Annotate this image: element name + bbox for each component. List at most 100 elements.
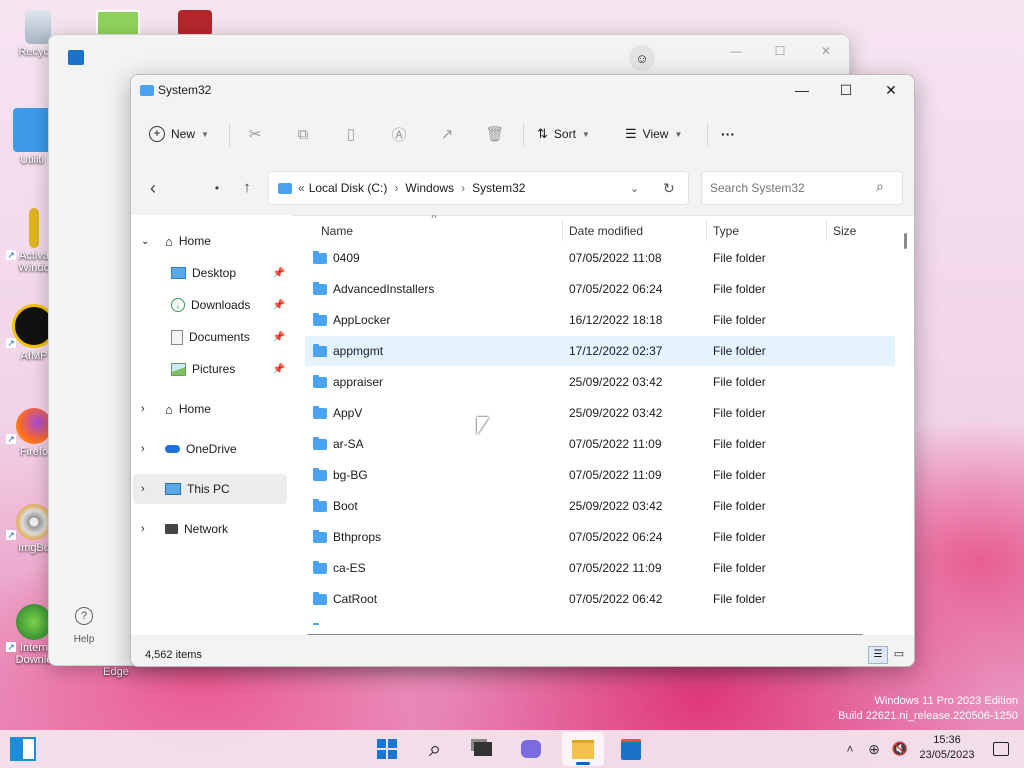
table-row[interactable]: ar-SA 07/05/2022 11:09 File folder [305,429,895,459]
account-icon[interactable]: ☺ [629,45,655,71]
nav-pictures[interactable]: Pictures 📌 [171,355,285,383]
task-view-button[interactable] [468,735,498,763]
breadcrumb-local-disk[interactable]: Local Disk (C:) [309,181,388,195]
title-bar[interactable]: System32 — ☐ ✕ [131,75,914,107]
column-header-name[interactable]: Name [321,219,561,243]
new-button[interactable]: + New ▼ [149,119,209,149]
clock[interactable]: 15:36 23/05/2023 [912,733,982,763]
view-button[interactable]: ☰ View ▼ [625,119,682,149]
search-box[interactable]: ⌕ [701,171,903,205]
widgets-icon[interactable] [8,735,38,763]
column-header-size[interactable]: Size [833,219,893,243]
close-button[interactable]: ✕ [868,75,914,105]
store-icon [621,738,641,760]
column-divider[interactable] [562,219,563,241]
breadcrumb-windows[interactable]: Windows [405,181,454,195]
back-close-button[interactable]: ✕ [811,39,841,63]
pin-icon[interactable]: 📌 [273,364,285,375]
table-row-hovered[interactable]: appmgmt 17/12/2022 02:37 File folder [305,336,895,366]
column-name-label: Name [321,224,354,238]
start-button[interactable] [372,735,402,763]
home-icon: ⌂ [165,401,173,417]
thumbnail-view-button[interactable]: ▭ [892,647,906,661]
back-minimize-button[interactable]: — [721,39,751,63]
table-row[interactable]: AppV 25/09/2022 03:42 File folder [305,398,895,428]
paste-button[interactable]: ▯ [341,119,361,149]
column-divider[interactable] [706,219,707,241]
help-button[interactable]: ? Help [69,607,99,645]
row-date: 07/05/2022 11:09 [569,437,662,451]
row-type: File folder [713,313,766,327]
row-type: File folder [713,561,766,575]
address-dropdown-icon[interactable]: ⌄ [630,182,639,195]
network-tray-button[interactable]: ⊕ [862,735,886,763]
table-row[interactable]: bg-BG 07/05/2022 11:09 File folder [305,460,895,490]
recent-locations-indicator[interactable]: • [209,177,225,201]
table-row[interactable]: ca-ES 07/05/2022 11:09 File folder [305,553,895,583]
search-button[interactable]: ⌕ [420,735,450,763]
nav-onedrive[interactable]: › OneDrive [141,435,237,463]
pin-icon[interactable]: 📌 [273,332,285,343]
vertical-scrollbar[interactable] [904,233,907,249]
table-row[interactable]: AppLocker 16/12/2022 18:18 File folder [305,305,895,335]
search-input[interactable] [708,178,872,198]
table-row[interactable]: 0409 07/05/2022 11:08 File folder [305,243,895,273]
key-icon [29,208,39,248]
column-header-type[interactable]: Type [713,219,823,243]
pin-icon[interactable]: 📌 [273,268,285,279]
breadcrumb-system32[interactable]: System32 [472,181,525,195]
winrar-icon[interactable] [178,10,212,36]
file-explorer-window[interactable]: System32 — ☐ ✕ + New ▼ ✂ ⧉ ▯ Ⓐ ↗ 🗑 ⇅ Sor… [130,74,915,667]
table-row[interactable]: Bthprops 07/05/2022 06:24 File folder [305,522,895,552]
column-divider[interactable] [826,219,827,241]
table-row-partial[interactable] [305,615,895,625]
refresh-icon[interactable]: ↻ [663,180,675,197]
column-header-date[interactable]: Date modified [569,219,709,243]
desktop-icon-edge[interactable]: Edge [88,666,144,678]
volume-tray-button[interactable]: 🔇 [888,735,912,763]
cut-button[interactable]: ✂ [245,119,265,149]
shortcut-arrow-icon: ↗ [6,434,16,444]
table-row[interactable]: AdvancedInstallers 07/05/2022 06:24 File… [305,274,895,304]
address-bar[interactable]: « Local Disk (C:) › Windows › System32 ⌄… [268,171,689,205]
rename-button[interactable]: Ⓐ [389,119,409,149]
file-explorer-taskbar-button[interactable] [562,732,604,766]
copy-button[interactable]: ⧉ [293,119,313,149]
nav-this-pc[interactable]: › This PC [133,474,287,504]
nav-home-secondary[interactable]: › ⌂ Home [141,395,211,423]
view-label: View [642,127,669,141]
store-taskbar-button[interactable] [616,735,646,763]
back-maximize-button[interactable]: ☐ [765,39,795,63]
folder-icon [313,312,327,326]
file-explorer-icon [572,739,594,759]
table-row[interactable]: appraiser 25/09/2022 03:42 File folder [305,367,895,397]
row-type: File folder [713,437,766,451]
shortcut-arrow-icon: ↗ [6,642,16,652]
notification-center-button[interactable] [988,735,1014,763]
folder-icon [313,436,327,450]
nav-network[interactable]: › Network [141,515,228,543]
maximize-button[interactable]: ☐ [823,75,869,105]
nav-desktop[interactable]: Desktop 📌 [171,259,285,287]
chat-button[interactable] [516,735,546,763]
watermark-line1: Windows 11 Pro 2023 Edition [874,695,1019,707]
up-arrow-button[interactable]: ↑ [235,177,259,201]
nav-documents[interactable]: Documents 📌 [171,323,285,351]
table-row[interactable]: Boot 25/09/2022 03:42 File folder [305,491,895,521]
share-button[interactable]: ↗ [437,119,457,149]
nav-thispc-label: This PC [187,482,230,496]
name-cell: appmgmt [313,336,383,366]
sort-button[interactable]: ⇅ Sort ▼ [537,119,590,149]
nav-downloads[interactable]: ↓ Downloads 📌 [171,291,285,319]
table-row[interactable]: CatRoot 07/05/2022 06:42 File folder [305,584,895,614]
details-view-button[interactable]: ☰ [868,646,888,664]
show-hidden-icons-button[interactable]: ˄ [838,735,862,763]
see-more-button[interactable]: ··· [721,119,735,149]
pin-icon[interactable]: 📌 [273,300,285,311]
row-name: appraiser [333,375,384,389]
back-nav-button[interactable]: ‹ [141,177,165,201]
nav-home[interactable]: ⌄ ⌂ Home [141,227,211,255]
minimize-button[interactable]: — [779,75,825,105]
address-overflow[interactable]: « [298,181,305,195]
delete-button[interactable]: 🗑 [485,119,505,149]
